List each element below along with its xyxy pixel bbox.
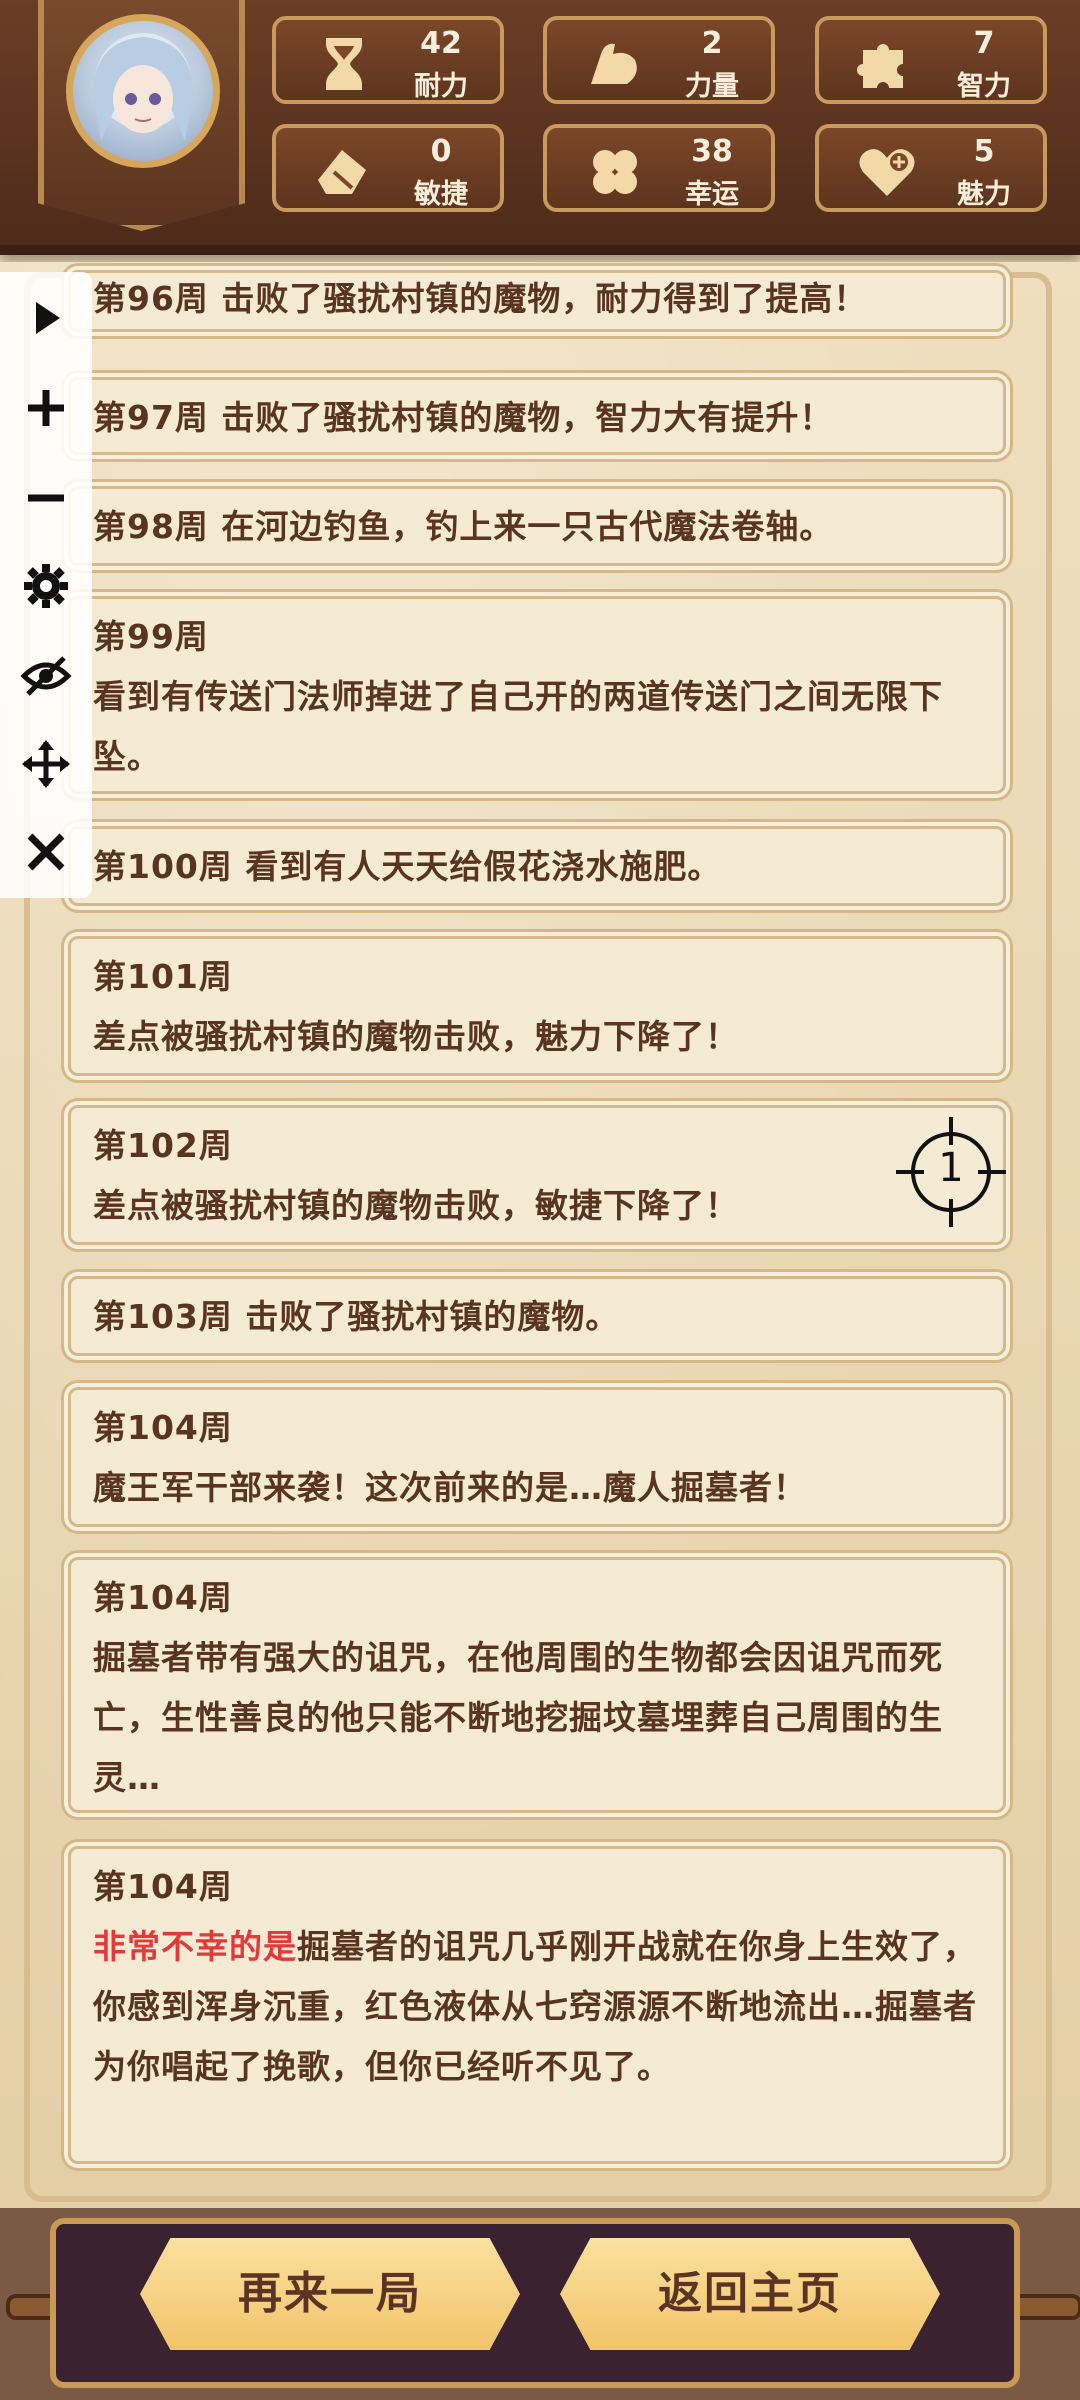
log-week: 第104周 [93, 1578, 233, 1617]
log-week: 第102周 [93, 1126, 233, 1165]
stat-charm: 5 魅力 [815, 124, 1047, 212]
log-week: 第104周 [93, 1867, 233, 1906]
log-week: 第104周 [93, 1408, 233, 1447]
stat-luck: 38 幸运 [543, 124, 775, 212]
character-portrait[interactable] [38, 0, 245, 231]
log-entry: 第98周 在河边钓鱼，钓上来一只古代魔法卷轴。 [68, 486, 1006, 566]
stat-label: 敏捷 [414, 179, 468, 210]
stat-intelligence: 7 智力 [815, 16, 1047, 104]
return-home-button[interactable]: 返回主页 [560, 2238, 940, 2350]
log-text: 魔王军干部来袭！这次前来的是…魔人掘墓者！ [93, 1468, 807, 1507]
stat-value: 5 [973, 134, 995, 169]
log-text: 非常不幸的是掘墓者的诅咒几乎刚开战就在你身上生效了，你感到浑身沉重，红色液体从七… [93, 1917, 981, 2097]
stat-agility: 0 敏捷 [272, 124, 504, 212]
target-number: 1 [938, 1145, 964, 1191]
stat-strength: 2 力量 [543, 16, 775, 104]
log-text: 看到有传送门法师掉进了自己开的两道传送门之间无限下坠。 [93, 677, 943, 776]
hourglass-icon [326, 38, 362, 90]
stat-value: 42 [420, 26, 462, 61]
stats-bar: 42 耐力 2 力量 7 智力 0 敏捷 38 幸运 5 魅力 [0, 0, 1080, 255]
minus-icon[interactable] [20, 472, 72, 524]
log-highlight: 非常不幸的是 [93, 1927, 297, 1966]
log-entry: 第99周 看到有传送门法师掉进了自己开的两道传送门之间无限下坠。 [68, 596, 1006, 794]
log-text: 差点被骚扰村镇的魔物击败，魅力下降了！ [93, 1017, 739, 1056]
log-entry: 第102周 差点被骚扰村镇的魔物击败，敏捷下降了！ [68, 1105, 1006, 1245]
stat-label: 幸运 [685, 179, 739, 210]
move-icon[interactable] [20, 738, 72, 790]
stat-endurance: 42 耐力 [272, 16, 504, 104]
gear-icon[interactable] [20, 560, 72, 612]
avatar [66, 14, 220, 168]
log-text: 第103周 击败了骚扰村镇的魔物。 [93, 1297, 620, 1336]
stat-value: 2 [701, 26, 723, 61]
stat-label: 力量 [685, 71, 739, 102]
log-entry: 第104周 魔王军干部来袭！这次前来的是…魔人掘墓者！ [68, 1387, 1006, 1527]
log-entry: 第103周 击败了骚扰村镇的魔物。 [68, 1276, 1006, 1356]
stat-value: 38 [691, 134, 733, 169]
puzzle-piece-icon [857, 44, 903, 88]
log-week: 第99周 [93, 617, 209, 656]
stat-value: 7 [973, 26, 995, 61]
stat-value: 0 [430, 134, 452, 169]
log-entry: 第104周 掘墓者带有强大的诅咒，在他周围的生物都会因诅咒而死亡，生性善良的他只… [68, 1557, 1006, 1813]
clover-icon [593, 150, 637, 194]
stat-label: 智力 [957, 71, 1011, 102]
log-entry: 第100周 看到有人天天给假花浇水施肥。 [68, 826, 1006, 906]
log-entry: 第96周 击败了骚扰村镇的魔物，耐力得到了提高！ [68, 270, 1006, 332]
log-text: 掘墓者带有强大的诅咒，在他周围的生物都会因诅咒而死亡，生性善良的他只能不断地挖掘… [93, 1638, 943, 1797]
log-week: 第101周 [93, 957, 233, 996]
crosshair-target[interactable]: 1 [896, 1117, 1006, 1227]
play-icon[interactable] [20, 292, 72, 344]
plus-icon[interactable] [20, 382, 72, 434]
log-text: 第98周 在河边钓鱼，钓上来一只古代魔法卷轴。 [93, 507, 834, 546]
play-again-button[interactable]: 再来一局 [140, 2238, 520, 2350]
log-text: 第97周 击败了骚扰村镇的魔物，智力大有提升！ [93, 398, 834, 437]
log-entry: 第97周 击败了骚扰村镇的魔物，智力大有提升！ [68, 377, 1006, 455]
log-entry: 第104周 非常不幸的是掘墓者的诅咒几乎刚开战就在你身上生效了，你感到浑身沉重，… [68, 1846, 1006, 2164]
eraser-icon [318, 150, 366, 194]
heart-plus-icon [859, 149, 915, 196]
log-text: 第96周 击败了骚扰村镇的魔物，耐力得到了提高！ [93, 279, 868, 318]
bottom-bar: 再来一局 返回主页 [0, 2208, 1080, 2400]
log-text: 第100周 看到有人天天给假花浇水施肥。 [93, 847, 722, 886]
muscle-arm-icon [591, 43, 637, 84]
log-entry: 第101周 差点被骚扰村镇的魔物击败，魅力下降了！ [68, 936, 1006, 1076]
log-text: 差点被骚扰村镇的魔物击败，敏捷下降了！ [93, 1186, 739, 1225]
stat-label: 魅力 [957, 179, 1011, 210]
stat-label: 耐力 [414, 71, 468, 102]
close-icon[interactable] [20, 826, 72, 878]
eye-off-icon[interactable] [20, 650, 72, 702]
floating-toolbar [0, 272, 92, 898]
